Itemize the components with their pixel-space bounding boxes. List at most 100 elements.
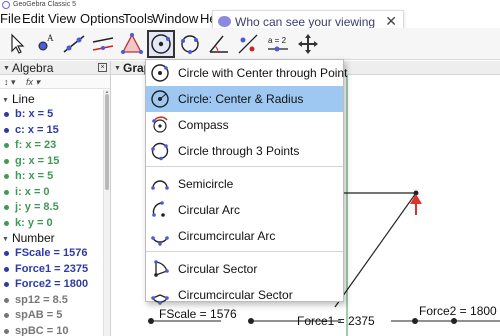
menu-item-compass[interactable]: Compass	[146, 112, 343, 138]
algebra-item-label: sp12 = 8.5	[15, 293, 68, 306]
menu-window[interactable]: Window	[152, 11, 198, 27]
algebra-item-label: i: x = 0	[15, 185, 50, 198]
algebra-scrollbar[interactable]: ▲	[103, 90, 110, 336]
visibility-dot-icon[interactable]	[4, 313, 9, 318]
fx-icon[interactable]: fx ▾	[26, 75, 40, 89]
menu-item-circle-three-points[interactable]: Circle through 3 Points	[146, 138, 343, 164]
visibility-dot-icon[interactable]	[4, 297, 9, 303]
svg-text:A: A	[47, 33, 54, 43]
menu-file[interactable]: File	[0, 11, 21, 27]
circle-tools-menu: Circle with Center through Point Circle:…	[145, 59, 347, 305]
visibility-dot-icon[interactable]	[4, 189, 9, 195]
sort-icon[interactable]: ↕ ▾	[4, 75, 16, 89]
category-line-label: Line	[11, 92, 35, 106]
algebra-item-label: h: x = 5	[15, 170, 54, 182]
collapse-icon: ▼	[2, 97, 9, 104]
algebra-item-label: c: x = 15	[15, 123, 59, 136]
force1-slider-handle[interactable]	[248, 318, 254, 324]
menu-item-circular-sector[interactable]: Circular Sector	[146, 256, 343, 282]
geogebra-logo-icon	[2, 1, 10, 9]
collapse-icon[interactable]: ▼	[3, 65, 10, 72]
menu-separator	[146, 251, 343, 252]
category-line[interactable]: ▼ Line	[2, 92, 35, 108]
category-number[interactable]: ▼ Number	[2, 231, 55, 247]
menu-item-label: Circular Arc	[178, 203, 241, 217]
algebra-list: ▼ Line b: x = 5 c: x = 15 f: x = 23 g: x = 1…	[0, 90, 103, 336]
algebra-item-label: f: x = 23	[15, 139, 57, 151]
menu-item-label: Circumcircular Sector	[178, 288, 293, 302]
visibility-dot-icon[interactable]	[4, 143, 9, 148]
circular-sector-icon	[154, 260, 169, 277]
collapse-icon[interactable]: ▼	[114, 65, 121, 72]
menu-item-label: Circular Sector	[178, 262, 258, 276]
move-graphics-view-tool-button[interactable]	[294, 30, 322, 58]
polygon-tool-button[interactable]	[118, 30, 146, 58]
menu-item-circle-center-radius[interactable]: Circle: Center & Radius	[146, 86, 343, 112]
visibility-dot-icon[interactable]	[4, 127, 9, 133]
menu-item-label: Circle: Center & Radius	[178, 92, 304, 106]
category-number-label: Number	[11, 231, 55, 245]
line-tool-button[interactable]	[60, 30, 88, 58]
algebra-item-label: spAB = 5	[15, 309, 63, 321]
algebra-item-label: Force2 = 1800	[15, 278, 89, 290]
angle-icon	[209, 35, 228, 53]
visibility-dot-icon[interactable]	[4, 205, 9, 210]
menu-item-label: Circumcircular Arc	[178, 229, 276, 243]
algebra-item-label: b: x = 5	[15, 108, 54, 120]
circular-arc-icon	[152, 201, 165, 217]
angle-tool-button[interactable]	[205, 30, 233, 58]
window-title: GeoGebra Classic 5	[13, 1, 77, 8]
algebra-item-label: g: x = 15	[15, 154, 60, 167]
circle-three-points-tool-button[interactable]	[176, 30, 204, 58]
menu-tools[interactable]: Tools	[123, 11, 153, 27]
circle-tool-button[interactable]	[147, 30, 175, 58]
fscale-slider-handle[interactable]	[148, 318, 154, 324]
reflect-tool-button[interactable]	[234, 30, 262, 58]
menu-item-semicircle[interactable]: Semicircle	[146, 171, 343, 197]
visibility-dot-icon[interactable]	[4, 220, 9, 226]
visibility-dot-icon[interactable]	[4, 174, 9, 179]
toolbar: A a = 2	[0, 28, 500, 60]
circle-center-point-icon	[151, 64, 169, 82]
title-bar: GeoGebra Classic 5	[0, 0, 500, 10]
camera-icon	[218, 16, 231, 27]
visibility-dot-icon[interactable]	[4, 328, 9, 334]
compass-icon	[152, 116, 168, 133]
algebra-view-header: ▼ Algebra ×	[0, 61, 110, 75]
menu-item-label: Circle with Center through Point	[178, 66, 348, 80]
menu-view[interactable]: View	[48, 11, 76, 27]
close-icon[interactable]: ×	[98, 63, 107, 72]
collapse-icon: ▼	[2, 236, 9, 243]
visibility-dot-icon[interactable]	[4, 158, 9, 164]
menu-item-circumcircular-sector[interactable]: Circumcircular Sector	[146, 282, 343, 308]
semicircle-icon	[151, 180, 169, 190]
move-tool-button[interactable]	[2, 30, 30, 58]
visibility-dot-icon[interactable]	[4, 251, 9, 256]
circumcircular-arc-icon	[151, 236, 169, 246]
move-arrows-icon	[298, 34, 318, 54]
menu-item-circular-arc[interactable]: Circular Arc	[146, 197, 343, 223]
point-icon: A	[38, 33, 54, 51]
visibility-dot-icon[interactable]	[4, 266, 9, 272]
visibility-dot-icon[interactable]	[4, 282, 9, 287]
algebra-item-label: FScale = 1576	[15, 247, 88, 259]
line-icon	[63, 35, 85, 53]
force1-slider-label: Force1 = 2375	[297, 314, 375, 328]
menu-options[interactable]: Options	[80, 11, 125, 27]
force2-slider-handle[interactable]	[412, 318, 418, 324]
menu-item-circumcircular-arc[interactable]: Circumcircular Arc	[146, 223, 343, 249]
force2-slider-handle-2[interactable]	[451, 318, 457, 324]
algebra-item-label: j: y = 8.5	[15, 201, 59, 213]
perpendicular-line-tool-button[interactable]	[89, 30, 117, 58]
activity-close-button[interactable]: ✕	[385, 13, 397, 29]
scrollbar-thumb[interactable]	[105, 94, 109, 190]
menu-edit[interactable]: Edit	[22, 11, 44, 27]
visibility-dot-icon[interactable]	[4, 112, 9, 117]
menu-item-label: Circle through 3 Points	[178, 144, 300, 158]
menu-item-circle-center-point[interactable]: Circle with Center through Point	[146, 60, 347, 86]
algebra-item-label: k: y = 0	[15, 216, 53, 229]
algebra-item-label: Force1 = 2375	[15, 262, 89, 275]
slider-tool-button[interactable]: a = 2	[263, 30, 291, 58]
slider-tool-text: a = 2	[268, 36, 287, 45]
point-tool-button[interactable]: A	[31, 30, 59, 58]
